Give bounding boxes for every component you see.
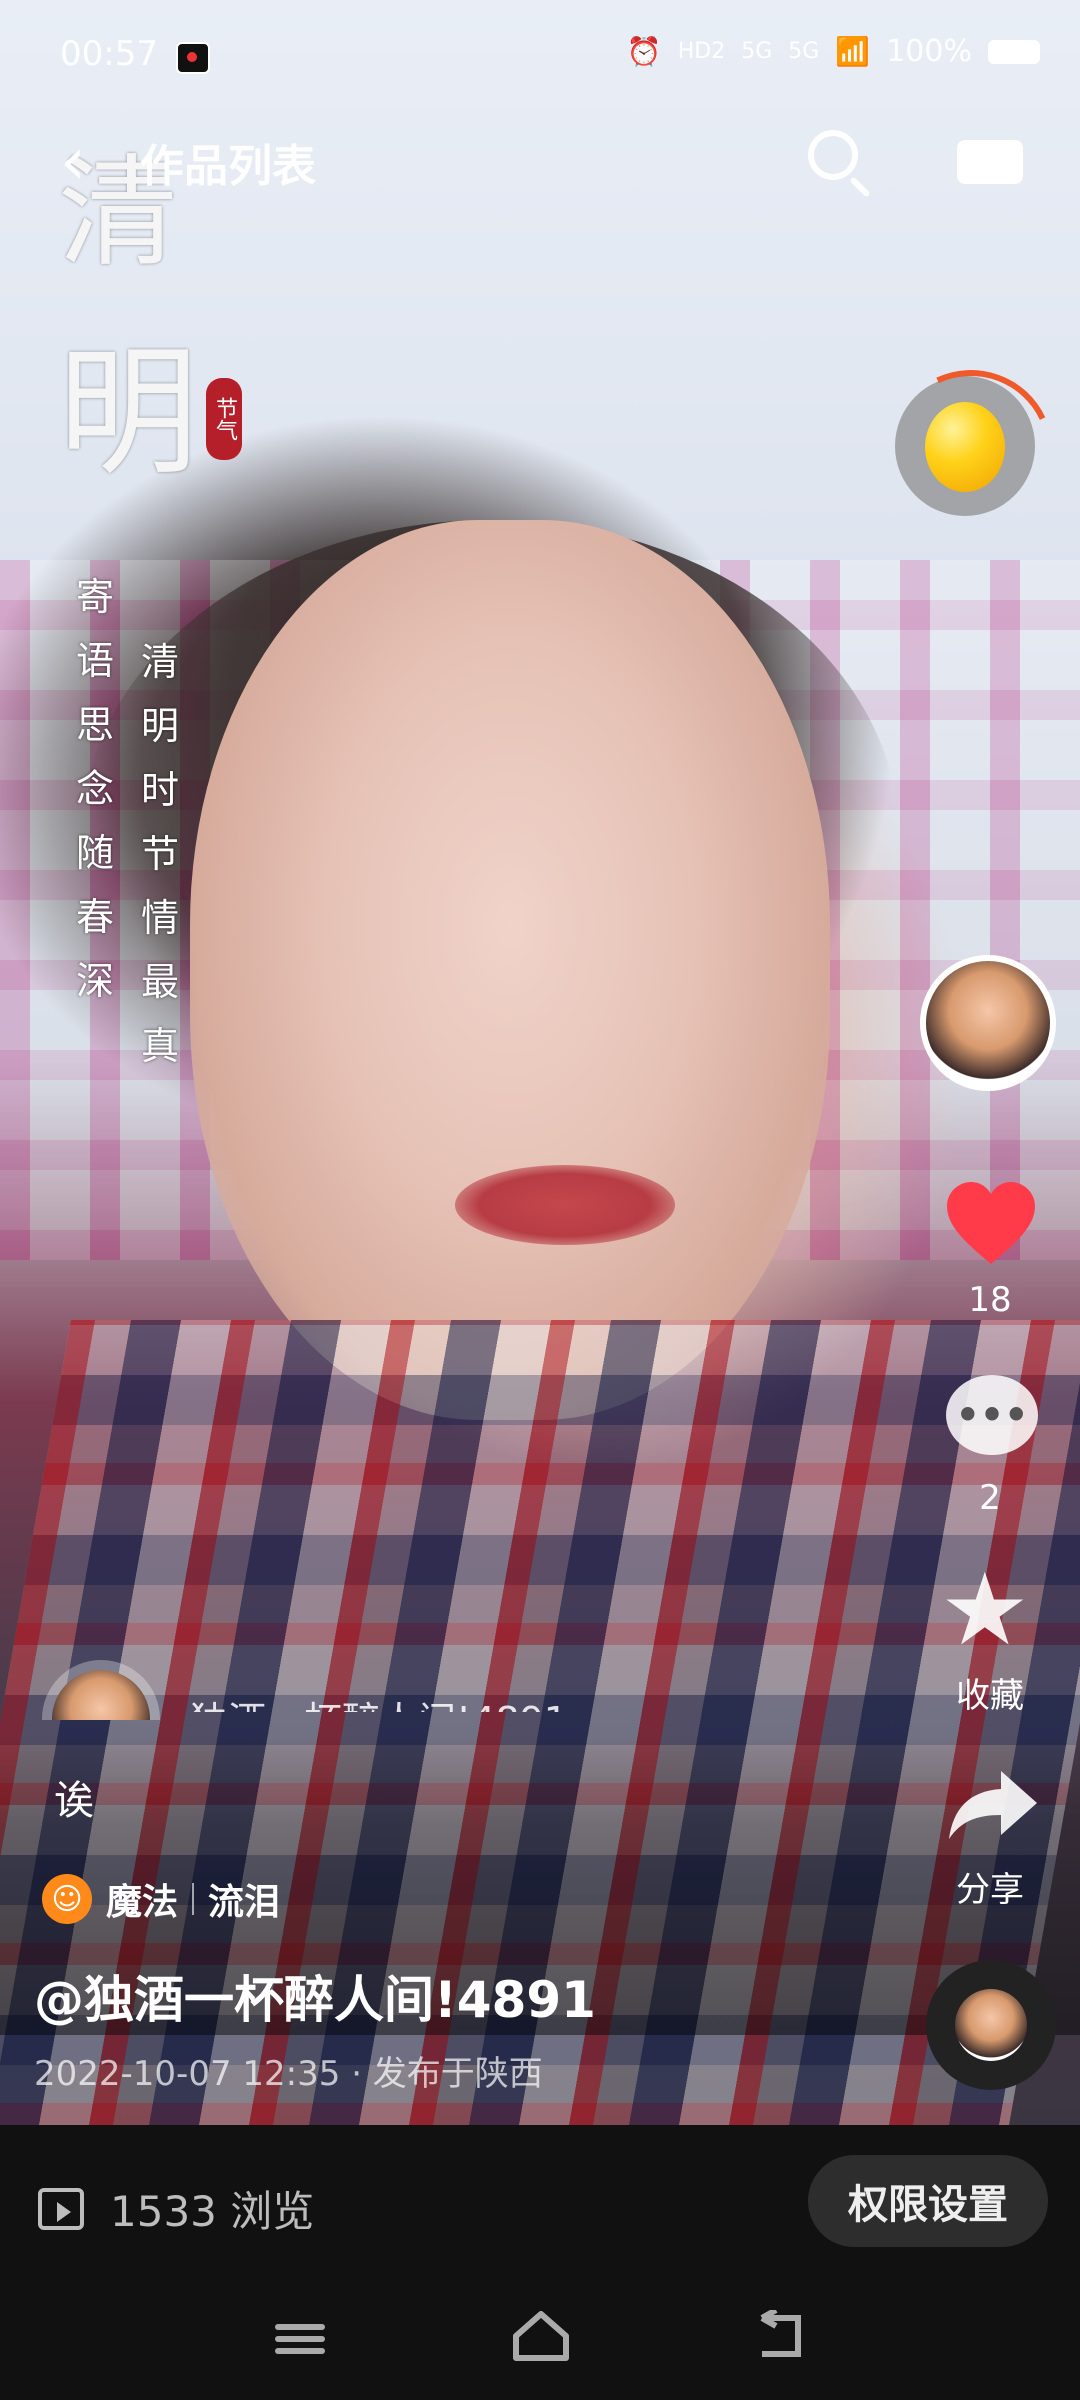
back-nav-icon[interactable] [756,2310,804,2362]
poem-column-2: 清 明 时 节 情 最 真 [130,630,190,1078]
poem-char: 春 [75,895,114,939]
seal-stamp: 节气 [206,378,242,460]
star-icon[interactable]: ★ [940,1560,1030,1660]
poem-char: 深 [75,959,114,1003]
view-count: 1533 浏览 [110,2187,315,2236]
comment-count: 2 [979,1478,1001,1518]
post-meta: 2022-10-07 12:35 · 发布于陕西 [34,2054,543,2094]
comment-icon[interactable]: ••• [946,1375,1038,1455]
effect-chip[interactable]: ☺ 魔法 流泪 [42,1870,280,1928]
effect-label: 流泪 [208,1882,281,1923]
video-frame[interactable]: 清 明 节气 寄 语 思 念 随 春 深 清 明 时 节 情 最 真 [0,0,1080,2125]
like-count: 18 [968,1280,1012,1320]
menu-icon[interactable] [275,2318,325,2358]
poem-char: 随 [75,831,114,875]
lips-shape [455,1165,675,1245]
share-label: 分享 [956,1870,1024,1910]
poem-char: 情 [140,896,179,940]
battery-percent: 100% [886,34,972,69]
poem-char: 念 [75,767,114,811]
signal-icon: 5G [741,39,773,64]
face-shape [190,520,830,1420]
share-icon[interactable] [945,1765,1041,1845]
poem-char: 时 [140,768,179,812]
poem-char: 思 [75,703,114,747]
poem-char: 寄 [75,575,114,619]
poem-char: 清 [140,640,179,684]
back-button[interactable]: ‹ [60,130,86,194]
wifi-icon: 📶 [835,35,871,68]
poem-char: 节 [140,832,179,876]
view-count-row: 1533 浏览 [38,2178,314,2239]
screen-cast-icon[interactable] [957,140,1023,184]
caption-text: 诶 [54,1778,94,1824]
status-bar: 00:57 ⏰ HD2 5G 5G 📶 100% [0,0,1080,110]
poem-char: 真 [140,1024,179,1068]
calligraphy-char-2: 明 [58,332,199,495]
author-avatar[interactable] [920,955,1056,1091]
battery-icon [988,39,1040,64]
home-icon[interactable] [512,2310,570,2362]
music-disc-avatar[interactable] [926,1960,1056,2090]
magic-label: 魔法 [106,1882,179,1923]
chevron-left-icon: ‹ [60,125,86,199]
heart-icon[interactable] [945,1180,1037,1266]
collect-label: 收藏 [956,1676,1024,1716]
status-time: 00:57 [60,34,158,74]
system-icons: ⏰ HD2 5G 5G 📶 100% [627,34,1040,69]
author-username[interactable]: @独酒一杯醉人间!4891 [34,1960,596,2032]
play-icon [38,2187,84,2230]
screen-record-icon [176,42,210,74]
poem-column-1: 寄 语 思 念 随 春 深 [65,565,125,1013]
search-icon[interactable] [808,130,858,180]
poem-char: 语 [75,639,114,683]
poem-char: 最 [140,960,179,1004]
hd-icon: HD2 [677,39,726,64]
golden-egg-reward[interactable] [895,376,1035,516]
poem-char: 明 [140,704,179,748]
page-title: 作品列表 [140,141,316,192]
magic-face-icon: ☺ [42,1874,92,1924]
permission-settings-button[interactable]: 权限设置 [808,2155,1048,2247]
alarm-icon: ⏰ [626,35,662,68]
signal-icon-2: 5G [788,39,820,64]
divider [192,1883,195,1915]
